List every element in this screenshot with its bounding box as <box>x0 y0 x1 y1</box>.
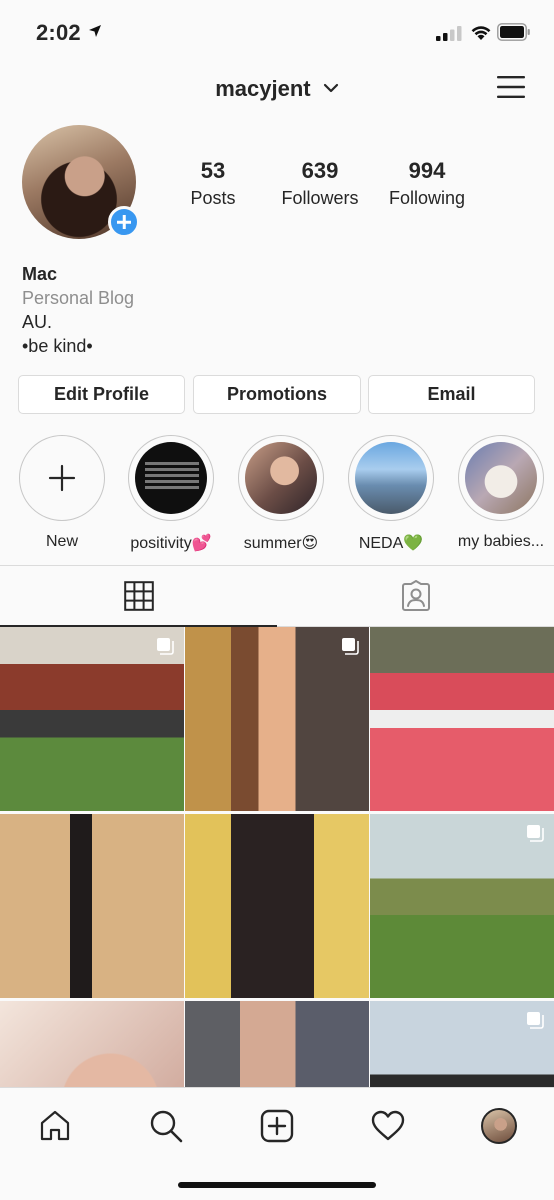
chevron-down-icon <box>323 84 338 93</box>
posts-count-label: Posts <box>190 188 236 208</box>
profile-category: Personal Blog <box>22 288 135 308</box>
edit-profile-button[interactable]: Edit Profile <box>18 375 185 414</box>
tab-tagged[interactable] <box>277 566 554 627</box>
profile-name: Mac <box>22 264 58 284</box>
tagged-icon <box>401 580 430 611</box>
post-thumbnail[interactable] <box>370 814 554 998</box>
nav-activity[interactable] <box>368 1106 408 1146</box>
profile-header: macyjent <box>0 62 554 118</box>
status-bar: 2:02 <box>0 0 554 62</box>
posts-count-value: 53 <box>200 158 226 183</box>
multiple-photos-icon <box>342 638 359 655</box>
menu-icon[interactable] <box>496 74 526 100</box>
post-thumbnail[interactable] <box>0 814 184 998</box>
highlight-ring <box>348 435 434 521</box>
following-count[interactable]: 994 Following <box>384 158 470 209</box>
home-icon <box>40 1110 70 1141</box>
promotions-button[interactable]: Promotions <box>193 375 361 414</box>
highlight-ring <box>238 435 324 521</box>
heart-icon <box>371 1110 405 1141</box>
status-time: 2:02 <box>36 20 81 45</box>
battery-icon <box>497 23 530 41</box>
cellular-signal-icon <box>436 26 462 41</box>
bio-line: •be kind• <box>22 336 93 356</box>
highlight-ring <box>458 435 544 521</box>
followers-count-value: 639 <box>301 158 339 183</box>
multiple-photos-icon <box>527 825 544 842</box>
highlight-ring <box>128 435 214 521</box>
highlight-label: NEDA💚 <box>358 535 424 552</box>
post-thumbnail[interactable] <box>185 627 369 811</box>
plus-icon <box>48 464 76 492</box>
profile-tabs <box>0 565 554 627</box>
followers-count-label: Followers <box>281 188 359 208</box>
highlight-new[interactable]: New <box>18 435 106 551</box>
multiple-photos-icon <box>157 638 174 655</box>
profile-avatar-small <box>481 1108 517 1144</box>
highlight-my-babies[interactable]: my babies... <box>457 435 545 551</box>
bio-line: AU. <box>22 312 53 332</box>
post-thumbnail[interactable] <box>185 814 369 998</box>
multiple-photos-icon <box>527 1012 544 1029</box>
highlight-summer[interactable]: summer😍 <box>237 435 325 553</box>
tab-grid[interactable] <box>0 566 277 627</box>
posts-count: 53 Posts <box>180 158 246 209</box>
home-indicator[interactable] <box>178 1182 376 1188</box>
add-story-icon[interactable] <box>108 206 140 238</box>
add-post-icon <box>260 1109 294 1143</box>
highlight-cover <box>135 442 207 514</box>
location-arrow-icon <box>89 25 101 37</box>
following-count-value: 994 <box>408 158 446 183</box>
nav-home[interactable] <box>35 1106 75 1146</box>
grid-icon <box>123 580 154 611</box>
post-thumbnail[interactable] <box>0 627 184 811</box>
highlight-label: New <box>45 533 78 550</box>
post-thumbnail[interactable] <box>370 627 554 811</box>
highlight-ring <box>19 435 105 521</box>
highlight-cover <box>245 442 317 514</box>
highlight-label: summer😍 <box>243 535 319 552</box>
followers-count[interactable]: 639 Followers <box>276 158 364 209</box>
username-label: macyjent <box>215 76 311 101</box>
search-icon <box>150 1110 183 1143</box>
nav-add-post[interactable] <box>257 1106 297 1146</box>
wifi-icon <box>471 26 491 40</box>
highlight-positivity[interactable]: positivity💕 <box>127 435 215 553</box>
highlight-cover <box>465 442 537 514</box>
highlight-label: my babies... <box>457 533 545 550</box>
nav-profile[interactable] <box>479 1106 519 1146</box>
following-count-label: Following <box>388 188 466 208</box>
email-button[interactable]: Email <box>368 375 535 414</box>
highlight-label: positivity💕 <box>130 535 212 552</box>
highlight-cover <box>355 442 427 514</box>
nav-search[interactable] <box>146 1106 186 1146</box>
highlight-neda[interactable]: NEDA💚 <box>347 435 435 553</box>
profile-bio: Mac Personal Blog AU. •be kind• <box>22 262 134 358</box>
account-switcher[interactable]: macyjent <box>0 76 554 102</box>
